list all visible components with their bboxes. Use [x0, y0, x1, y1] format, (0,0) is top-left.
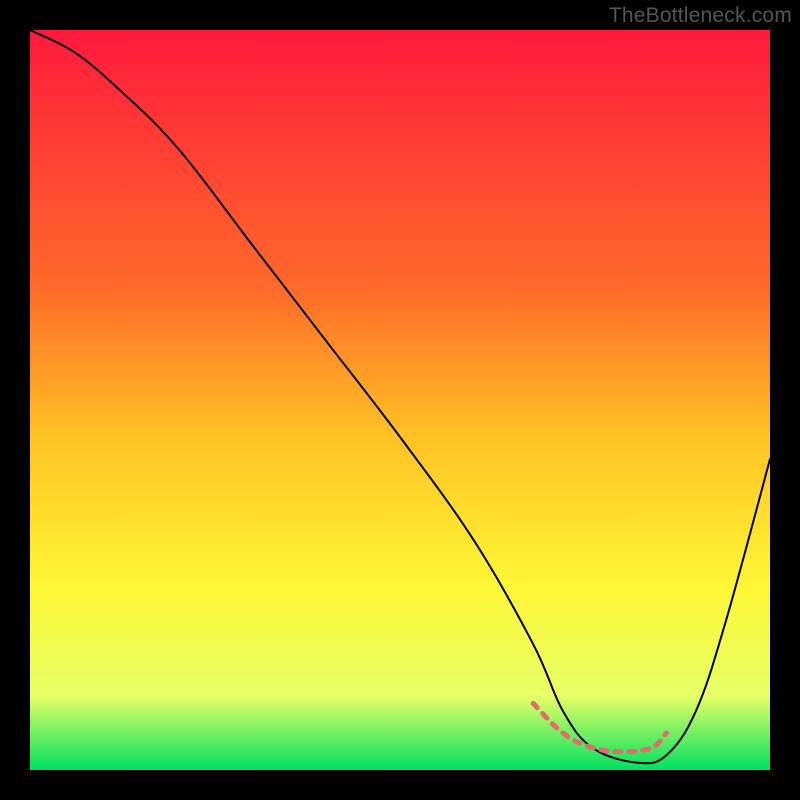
chart-svg	[30, 30, 770, 770]
gradient-background	[30, 30, 770, 770]
watermark-label: TheBottleneck.com	[609, 4, 792, 28]
chart-container: TheBottleneck.com	[0, 0, 800, 800]
plot-area	[30, 30, 770, 770]
